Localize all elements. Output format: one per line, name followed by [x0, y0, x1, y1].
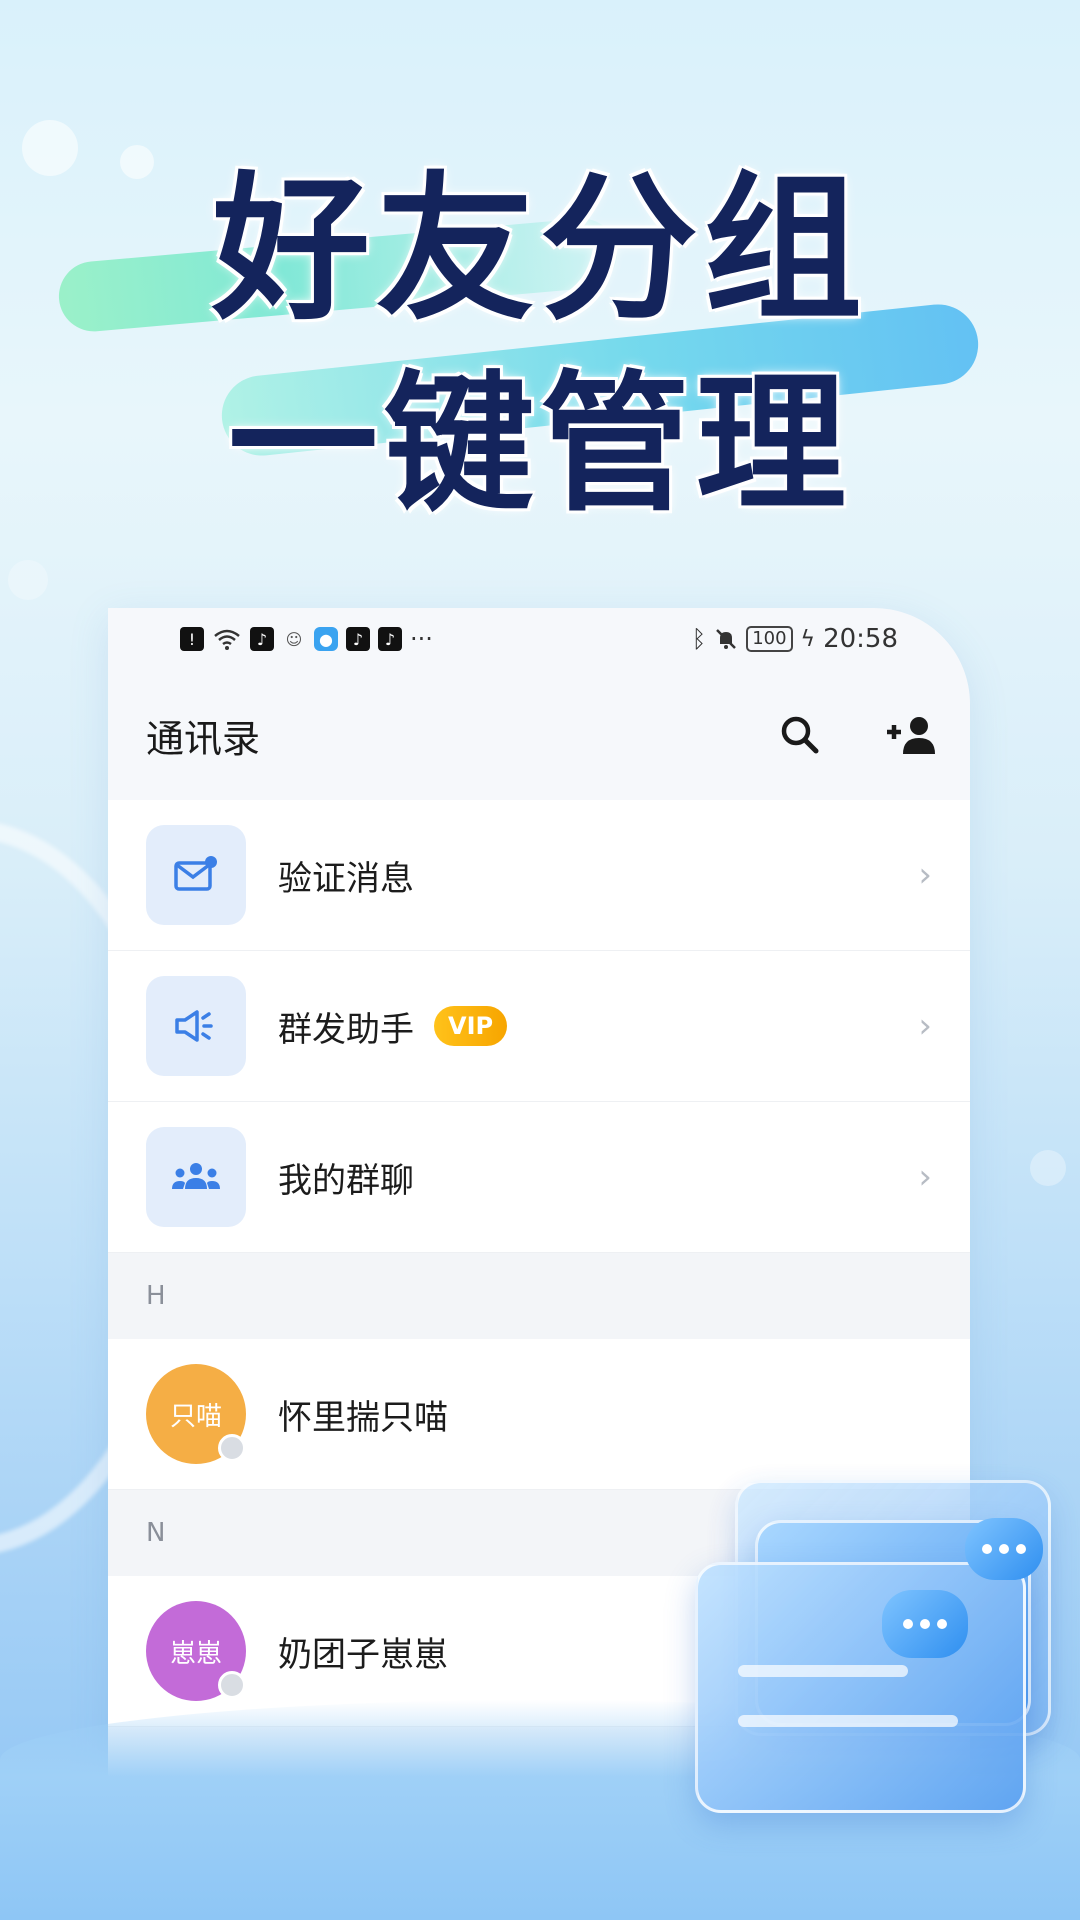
- charging-icon: ϟ: [800, 626, 816, 652]
- menu-item-label: 群发助手: [278, 1009, 414, 1050]
- glass-card-front: [695, 1562, 1026, 1813]
- chevron-right-icon: ›: [918, 1006, 932, 1046]
- status-right-icons: ᛒ 100 ϟ 20:58: [692, 624, 898, 654]
- status-left-icons: ! ♪ ☺ ● ♪ ♪ ···: [180, 625, 433, 653]
- page-title: 通讯录: [146, 716, 261, 761]
- menu-item-verify[interactable]: 验证消息 ›: [108, 800, 970, 951]
- search-button[interactable]: [772, 707, 828, 763]
- search-icon: [781, 716, 819, 754]
- avatar: 只喵: [146, 1364, 246, 1464]
- status-bar: ! ♪ ☺ ● ♪ ♪ ··· ᛒ 100 ϟ 20:58: [108, 608, 970, 670]
- avatar: 崽崽: [146, 1601, 246, 1701]
- chevron-right-icon: ›: [918, 1157, 932, 1197]
- battery-indicator: 100: [746, 626, 793, 652]
- megaphone-icon: [175, 1010, 213, 1042]
- menu-item-broadcast[interactable]: 群发助手 VIP ›: [108, 951, 970, 1102]
- presence-dot: [218, 1671, 246, 1699]
- bluetooth-icon: ᛒ: [691, 625, 707, 653]
- text-line: [738, 1665, 908, 1677]
- section-header: H: [108, 1253, 970, 1339]
- menu-icon-tile: [146, 976, 246, 1076]
- chat-bubble-icon: [965, 1518, 1043, 1580]
- tiktok-icon: ♪: [378, 627, 402, 651]
- add-user-icon: [887, 717, 935, 754]
- vip-badge: VIP: [434, 1006, 508, 1046]
- status-time: 20:58: [823, 624, 898, 654]
- robot-icon: ☺: [285, 629, 303, 649]
- app-icon: ●: [314, 627, 338, 651]
- contact-row[interactable]: 只喵 怀里揣只喵: [108, 1339, 970, 1490]
- chat-bubble-icon: [882, 1590, 968, 1658]
- menu-item-label: 验证消息: [278, 858, 414, 899]
- more-notifications: ···: [410, 625, 433, 653]
- bg-bubble: [1030, 1150, 1066, 1186]
- headline-line2: 一键管理: [227, 358, 852, 532]
- add-friend-button[interactable]: [884, 707, 940, 763]
- menu-icon-tile: [146, 1127, 246, 1227]
- bell-muted-icon: [716, 629, 737, 649]
- chevron-right-icon: ›: [918, 855, 932, 895]
- presence-dot: [218, 1434, 246, 1462]
- menu-item-groups[interactable]: 我的群聊 ›: [108, 1102, 970, 1253]
- contact-name: 怀里揣只喵: [278, 1397, 448, 1438]
- bg-bubble: [8, 560, 48, 600]
- tiktok-icon: ♪: [250, 627, 274, 651]
- alert-icon: !: [180, 627, 204, 651]
- group-icon: [172, 1163, 220, 1189]
- menu-item-label: 我的群聊: [278, 1160, 414, 1201]
- menu-icon-tile: [146, 825, 246, 925]
- promo-screen: 好友分组 一键管理 ! ♪ ☺ ● ♪ ♪ ··· ᛒ 100 ϟ 20:58 …: [0, 0, 1080, 1920]
- headline-line1: 好友分组: [212, 158, 868, 342]
- text-line: [738, 1715, 958, 1727]
- wifi-icon: [214, 629, 240, 650]
- app-bar-actions: [772, 707, 940, 763]
- contact-name: 奶团子崽崽: [278, 1634, 448, 1675]
- tiktok-icon: ♪: [346, 627, 370, 651]
- app-bar: 通讯录: [108, 670, 970, 800]
- mail-icon: [174, 856, 217, 891]
